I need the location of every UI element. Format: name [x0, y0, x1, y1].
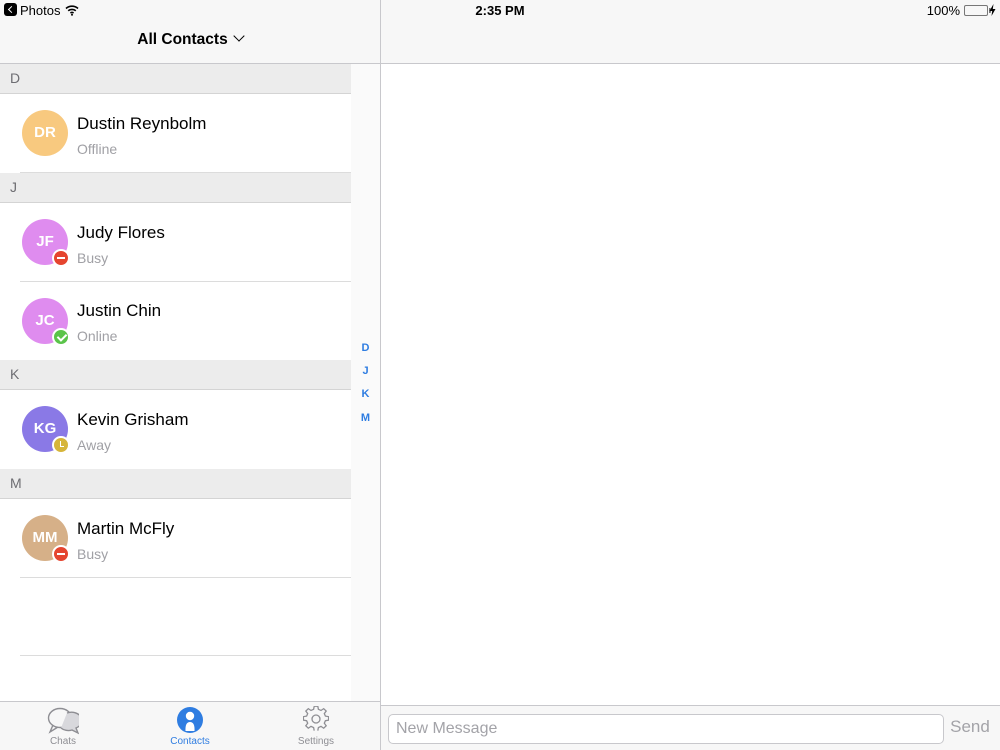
battery-percent: 100% [926, 3, 960, 18]
contact-row[interactable]: JC Justin Chin Online [0, 282, 351, 360]
contacts-pane: All Contacts D DR Dustin Reynbolm Offlin… [0, 0, 380, 750]
person-icon [177, 707, 203, 733]
row-divider [20, 577, 351, 578]
avatar-initials: MM [32, 529, 58, 546]
contact-status: Busy [77, 250, 109, 266]
contact-name: Martin McFly [77, 519, 175, 538]
avatar: JF [22, 219, 70, 267]
gear-icon [303, 706, 329, 731]
message-input[interactable] [388, 714, 944, 744]
contact-status: Offline [77, 141, 118, 157]
contact-row[interactable]: DR Dustin Reynbolm Offline [0, 94, 351, 173]
contact-name: Justin Chin [77, 301, 162, 320]
index-letter-j[interactable]: J [351, 365, 380, 377]
chevron-down-icon [233, 30, 245, 42]
avatar: KG [22, 406, 70, 454]
contact-row[interactable]: JF Judy Flores Busy [0, 203, 351, 282]
section-header-k: K [0, 360, 351, 390]
contact-name: Judy Flores [77, 223, 165, 242]
away-status-icon [52, 436, 70, 454]
avatar-initials: JC [35, 312, 55, 329]
tab-chats[interactable]: Chats [0, 702, 126, 750]
avatar: DR [22, 110, 68, 156]
battery-icon [964, 5, 991, 16]
contact-status: Online [77, 328, 118, 344]
chat-bubbles-icon [47, 707, 79, 735]
avatar: JC [22, 298, 70, 346]
section-header-m: M [0, 469, 351, 499]
tab-label: Chats [49, 736, 77, 747]
section-index[interactable]: D J K M [351, 64, 380, 701]
avatar-initials: JF [36, 233, 54, 250]
section-header-d: D [0, 64, 351, 94]
avatar-initials: DR [34, 124, 56, 141]
clock: 2:35 PM [475, 3, 525, 18]
tab-label: Contacts [170, 736, 210, 747]
charging-icon [989, 4, 996, 16]
contact-name: Dustin Reynbolm [77, 114, 207, 133]
index-letter-d[interactable]: D [351, 342, 380, 354]
avatar: MM [22, 515, 70, 563]
busy-status-icon [52, 249, 70, 267]
tab-label: Settings [297, 736, 335, 747]
conversation-pane: Send [381, 0, 1000, 750]
contact-row[interactable]: MM Martin McFly Busy [0, 499, 351, 578]
section-header-j: J [0, 173, 351, 203]
index-letter-m[interactable]: M [351, 412, 380, 424]
tab-contacts[interactable]: Contacts [127, 702, 253, 750]
contact-status: Busy [77, 546, 109, 562]
avatar-initials: KG [33, 420, 57, 437]
send-button[interactable]: Send [947, 717, 993, 737]
row-divider [20, 655, 351, 656]
index-letter-k[interactable]: K [351, 388, 380, 400]
contact-name: Kevin Grisham [77, 410, 189, 429]
contacts-filter-dropdown[interactable]: All Contacts [0, 30, 380, 49]
message-composer: Send [381, 705, 1000, 750]
tab-bar: Chats Contacts Settings [0, 701, 380, 750]
nav-title: All Contacts [137, 31, 228, 48]
contact-row[interactable]: KG Kevin Grisham Away [0, 390, 351, 469]
split-divider [380, 0, 381, 750]
busy-status-icon [52, 545, 70, 563]
status-bar: Photos 2:35 PM 100% [0, 0, 1000, 20]
online-status-icon [52, 328, 70, 346]
tab-settings[interactable]: Settings [253, 702, 379, 750]
contact-status: Away [77, 437, 111, 453]
row-divider [20, 172, 351, 173]
contact-list: D DR Dustin Reynbolm Offline J JF Judy F… [0, 64, 351, 578]
